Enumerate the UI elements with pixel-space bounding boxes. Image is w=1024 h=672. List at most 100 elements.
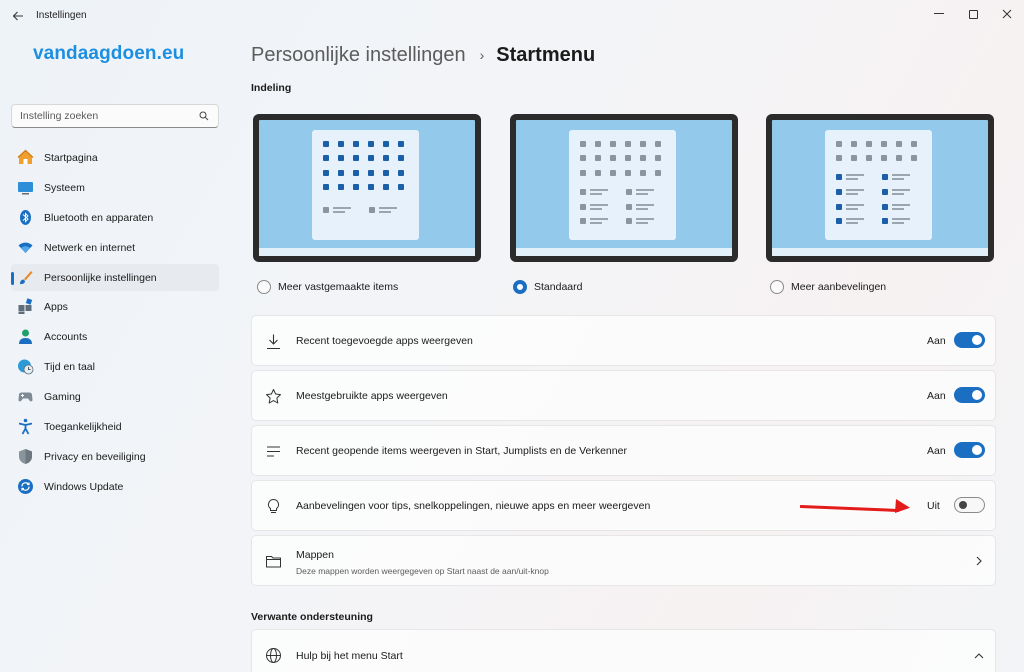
preview-line	[892, 193, 904, 195]
preview-tile	[338, 141, 344, 147]
preview-line	[590, 222, 602, 224]
preview-tile	[626, 189, 632, 195]
preview-tile	[851, 141, 857, 147]
preview-line	[846, 174, 864, 176]
close-icon	[1002, 9, 1012, 19]
wifi-icon	[18, 242, 33, 253]
preview-tile	[368, 155, 374, 161]
page-title: Startmenu	[496, 43, 596, 66]
sidebar-item-persoonlijke-instellingen[interactable]: Persoonlijke instellingen	[11, 263, 219, 291]
toggle-switch[interactable]	[954, 387, 985, 403]
layout-preview-more-pins[interactable]	[253, 114, 481, 262]
annotation-arrow	[800, 499, 910, 513]
sidebar-item-label: Windows Update	[44, 480, 124, 493]
preview-tile	[655, 141, 661, 147]
setting-label: Recent toegevoegde apps weergeven	[296, 335, 473, 347]
preview-tile	[398, 170, 404, 176]
preview-line	[333, 207, 351, 209]
sidebar-item-startpagina[interactable]: Startpagina	[11, 144, 219, 171]
layout-preview-more-recommendations[interactable]	[766, 114, 994, 262]
minimize-button[interactable]	[924, 2, 954, 26]
gamepad-icon	[18, 392, 33, 402]
setting-recent-added-apps: Recent toegevoegde apps weergeven Aan	[251, 315, 996, 366]
layout-option-more-pins[interactable]: Meer vastgemaakte items	[257, 280, 398, 294]
preview-tile	[580, 170, 586, 176]
radio-button[interactable]	[257, 280, 271, 294]
preview-line	[333, 211, 345, 213]
preview-line	[379, 207, 397, 209]
preview-tile	[580, 218, 586, 224]
layout-option-standard[interactable]: Standaard	[513, 280, 582, 294]
chevron-up-icon[interactable]	[973, 649, 985, 663]
toggle-switch[interactable]	[954, 332, 985, 348]
setting-most-used-apps: Meestgebruikte apps weergeven Aan	[251, 370, 996, 421]
preview-tile	[398, 184, 404, 190]
sidebar-item-gaming[interactable]: Gaming	[11, 383, 219, 410]
layout-preview-screen	[772, 120, 988, 256]
sidebar-item-label: Accounts	[44, 331, 88, 344]
globe-icon	[266, 648, 281, 663]
sidebar-item-label: Privacy en beveiliging	[44, 450, 146, 463]
sidebar-item-privacy[interactable]: Privacy en beveiliging	[11, 443, 219, 470]
preview-tile	[610, 141, 616, 147]
breadcrumb-separator: ›	[479, 47, 485, 63]
sidebar-item-netwerk[interactable]: Netwerk en internet	[11, 234, 219, 261]
toggle-switch[interactable]	[954, 497, 985, 513]
layout-preview-screen	[259, 120, 475, 256]
sidebar-item-accounts[interactable]: Accounts	[11, 323, 219, 350]
preview-tile	[353, 155, 359, 161]
preview-tile	[580, 155, 586, 161]
person-icon	[19, 329, 32, 345]
preview-line	[590, 204, 608, 206]
preview-tile	[882, 189, 888, 195]
radio-label: Meer aanbevelingen	[791, 281, 887, 293]
preview-line	[892, 174, 910, 176]
close-button[interactable]	[992, 2, 1022, 26]
taskbar-preview	[259, 248, 475, 256]
sidebar-item-apps[interactable]: Apps	[11, 293, 219, 320]
setting-label: Mappen	[296, 549, 334, 561]
preview-tile	[626, 204, 632, 210]
preview-tile	[323, 170, 329, 176]
preview-line	[892, 208, 904, 210]
setting-folders[interactable]: Mappen Deze mappen worden weergegeven op…	[251, 535, 996, 586]
preview-tile	[595, 170, 601, 176]
window-title: Instellingen	[36, 10, 87, 21]
sidebar-item-toegankelijkheid[interactable]: Toegankelijkheid	[11, 413, 219, 440]
toggle-switch[interactable]	[954, 442, 985, 458]
preview-tile	[398, 155, 404, 161]
preview-tile	[323, 184, 329, 190]
setting-help-start-menu[interactable]: Hulp bij het menu Start	[251, 629, 996, 672]
preview-tile	[911, 141, 917, 147]
back-arrow-icon[interactable]	[8, 6, 28, 26]
setting-label: Hulp bij het menu Start	[296, 650, 403, 662]
maximize-button[interactable]	[958, 2, 988, 26]
preview-tile	[655, 170, 661, 176]
preview-line	[846, 218, 864, 220]
sidebar-item-label: Bluetooth en apparaten	[44, 211, 154, 224]
preview-line	[636, 204, 654, 206]
search-icon[interactable]	[199, 111, 209, 121]
sidebar-item-systeem[interactable]: Systeem	[11, 174, 219, 201]
preview-line	[892, 178, 904, 180]
search-input[interactable]	[12, 105, 192, 127]
preview-tile	[882, 218, 888, 224]
radio-button[interactable]	[513, 280, 527, 294]
breadcrumb-parent[interactable]: Persoonlijke instellingen	[251, 44, 466, 67]
sidebar-item-bluetooth[interactable]: Bluetooth en apparaten	[11, 204, 219, 231]
preview-tile	[368, 184, 374, 190]
preview-tile	[580, 204, 586, 210]
preview-line	[636, 222, 648, 224]
start-menu-preview	[569, 130, 676, 240]
search-box[interactable]	[11, 104, 219, 128]
preview-line	[846, 193, 858, 195]
layout-option-more-recommendations[interactable]: Meer aanbevelingen	[770, 280, 886, 294]
list-icon	[267, 446, 280, 457]
setting-description: Deze mappen worden weergegeven op Start …	[296, 566, 549, 576]
sidebar-item-tijd-en-taal[interactable]: Tijd en taal	[11, 353, 219, 380]
preview-tile	[836, 204, 842, 210]
radio-button[interactable]	[770, 280, 784, 294]
sidebar-item-windows-update[interactable]: Windows Update	[11, 473, 219, 500]
layout-preview-standard[interactable]	[510, 114, 738, 262]
preview-tile	[836, 189, 842, 195]
